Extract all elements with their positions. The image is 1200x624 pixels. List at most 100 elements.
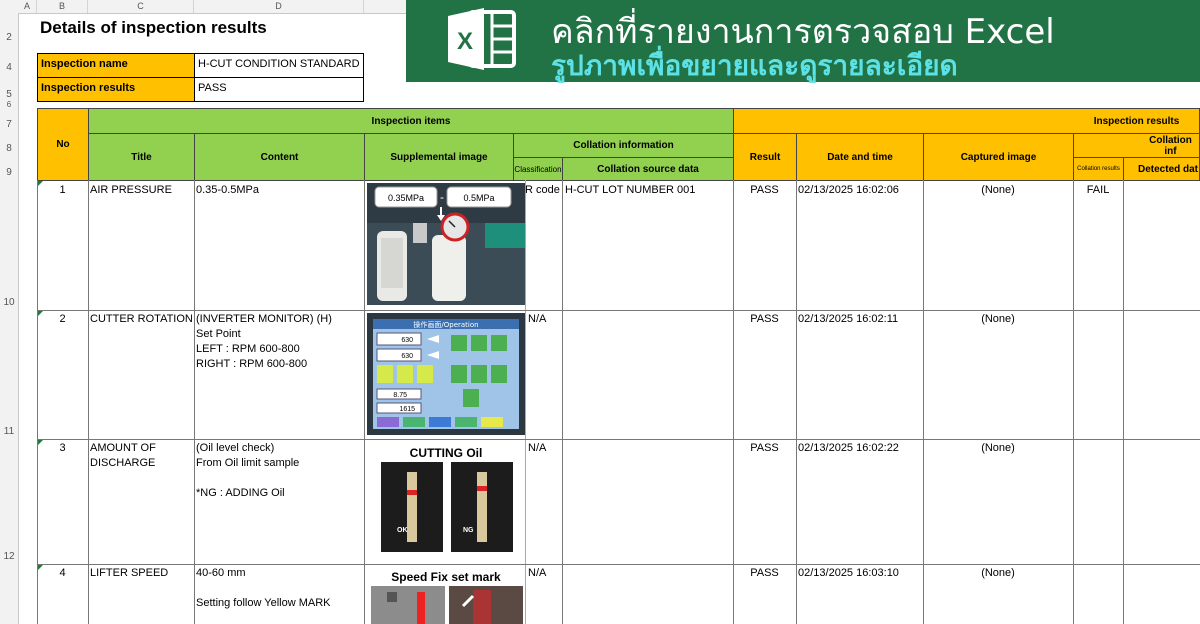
row-4-content-line[interactable]: Setting follow Yellow MARK bbox=[196, 596, 331, 611]
row-1-result[interactable]: PASS bbox=[733, 183, 796, 198]
row-3-captured-image[interactable]: (None) bbox=[923, 441, 1073, 456]
banner-line-2: รูปภาพเพื่อขยายและดูรายละเอียด bbox=[551, 49, 958, 82]
row-3-result[interactable]: PASS bbox=[733, 441, 796, 456]
row-header-2[interactable]: 2 bbox=[0, 32, 18, 43]
row-1-content-line[interactable]: 0.35-0.5MPa bbox=[196, 183, 259, 198]
header-inspection-results-text: Inspection results bbox=[1093, 115, 1180, 127]
row-3-content-line[interactable]: (Oil level check) bbox=[196, 441, 274, 456]
grid-line bbox=[37, 310, 1200, 311]
excel-icon-letter: X bbox=[457, 28, 473, 55]
header-collation-results: Collation results bbox=[1073, 157, 1124, 181]
row-3-content-line[interactable]: From Oil limit sample bbox=[196, 456, 299, 471]
row-1-title[interactable]: AIR PRESSURE bbox=[90, 183, 172, 198]
inspection-results-label: Inspection results bbox=[37, 77, 195, 102]
header-inspection-items: Inspection items bbox=[88, 108, 734, 134]
grid-line bbox=[1073, 180, 1074, 624]
grid-line bbox=[88, 180, 89, 624]
row-1-collation-source[interactable]: H-CUT LOT NUMBER 001 bbox=[565, 183, 695, 198]
inspection-name-value[interactable]: H-CUT CONDITION STANDARD bbox=[194, 53, 364, 78]
grid-line bbox=[37, 564, 1200, 565]
row-3-classification[interactable]: N/A bbox=[528, 441, 546, 456]
row-2-content-line[interactable]: RIGHT : RPM 600-800 bbox=[196, 357, 307, 372]
inspection-results-value[interactable]: PASS bbox=[194, 77, 364, 102]
screen-value-3: 8.75 bbox=[393, 392, 407, 399]
row-1-collation-result[interactable]: FAIL bbox=[1073, 183, 1123, 198]
row-2-classification[interactable]: N/A bbox=[528, 312, 546, 327]
grid-line bbox=[1123, 180, 1124, 624]
rpm-right-value: 630 bbox=[401, 353, 413, 360]
grid-line bbox=[37, 180, 38, 624]
column-header-a[interactable]: A bbox=[18, 0, 37, 13]
column-header-d[interactable]: D bbox=[194, 0, 364, 13]
header-captured-image: Captured image bbox=[923, 133, 1074, 181]
grid-line bbox=[923, 180, 924, 624]
header-collation-information: Collation information bbox=[513, 133, 734, 158]
row-1-no[interactable]: 1 bbox=[37, 183, 88, 198]
row-header-9[interactable]: 9 bbox=[0, 167, 18, 178]
row-4-content-line[interactable]: 40-60 mm bbox=[196, 566, 246, 581]
operation-screen-header: 操作画面/Operation bbox=[413, 320, 478, 329]
row-1-datetime[interactable]: 02/13/2025 16:02:06 bbox=[798, 183, 899, 198]
column-header-c[interactable]: C bbox=[88, 0, 194, 13]
row-1-classification[interactable]: R code bbox=[525, 183, 560, 198]
header-classification: Classification bbox=[513, 157, 563, 181]
row-4-result[interactable]: PASS bbox=[733, 566, 796, 581]
grid-line bbox=[733, 180, 734, 624]
grid-line bbox=[796, 180, 797, 624]
row-2-content-line[interactable]: Set Point bbox=[196, 327, 241, 342]
row-header-6[interactable]: 6 bbox=[0, 100, 18, 109]
header-collation-source-data: Collation source data bbox=[562, 157, 734, 181]
header-title: Title bbox=[88, 133, 195, 181]
row-3-no[interactable]: 3 bbox=[37, 441, 88, 456]
row-3-datetime[interactable]: 02/13/2025 16:02:22 bbox=[798, 441, 899, 456]
grid-line bbox=[364, 180, 365, 624]
air-pressure-label-a: 0.35MPa bbox=[388, 193, 424, 203]
row-2-datetime[interactable]: 02/13/2025 16:02:11 bbox=[798, 312, 898, 327]
row-header-10[interactable]: 10 bbox=[0, 297, 18, 308]
oil-ng-label: NG bbox=[463, 527, 474, 534]
row-4-datetime[interactable]: 02/13/2025 16:03:10 bbox=[798, 566, 899, 581]
row-1-supplemental-image[interactable]: 0.35MPa 0.5MPa - bbox=[367, 183, 525, 305]
row-2-content-line[interactable]: LEFT : RPM 600-800 bbox=[196, 342, 300, 357]
row-2-supplemental-image[interactable]: 操作画面/Operation 630 630 8.75 1615 bbox=[367, 313, 525, 435]
header-no: No bbox=[37, 108, 89, 181]
row-3-supplemental-image[interactable]: CUTTING Oil OK NG bbox=[367, 442, 525, 560]
air-pressure-separator: - bbox=[440, 190, 444, 204]
header-date-and-time: Date and time bbox=[796, 133, 924, 181]
header-content: Content bbox=[194, 133, 365, 181]
page-title: Details of inspection results bbox=[40, 18, 267, 37]
row-2-no[interactable]: 2 bbox=[37, 312, 88, 327]
row-4-captured-image[interactable]: (None) bbox=[923, 566, 1073, 581]
row-1-captured-image[interactable]: (None) bbox=[923, 183, 1073, 198]
row-4-classification[interactable]: N/A bbox=[528, 566, 546, 581]
row-2-result[interactable]: PASS bbox=[733, 312, 796, 327]
row-3-title[interactable]: AMOUNT OF bbox=[90, 441, 156, 456]
row-header-8[interactable]: 8 bbox=[0, 143, 18, 154]
row-header-bar: 2 4 5 6 7 8 9 10 11 12 bbox=[0, 13, 19, 624]
inspection-name-label: Inspection name bbox=[37, 53, 195, 78]
row-2-captured-image[interactable]: (None) bbox=[923, 312, 1073, 327]
row-header-4[interactable]: 4 bbox=[0, 62, 18, 73]
row-header-7[interactable]: 7 bbox=[0, 119, 18, 130]
column-header-b[interactable]: B bbox=[37, 0, 88, 13]
row-4-title[interactable]: LIFTER SPEED bbox=[90, 566, 168, 581]
grid-line bbox=[525, 180, 526, 624]
header-inspection-results: Inspection results bbox=[733, 108, 1200, 134]
row-header-5[interactable]: 5 bbox=[0, 89, 18, 100]
row-header-12[interactable]: 12 bbox=[0, 551, 18, 562]
row-header-11[interactable]: 11 bbox=[0, 426, 18, 437]
header-result: Result bbox=[733, 133, 797, 181]
row-3-title-line-2[interactable]: DISCHARGE bbox=[90, 456, 155, 471]
screen-value-4: 1615 bbox=[399, 406, 415, 413]
air-pressure-label-b: 0.5MPa bbox=[463, 193, 494, 203]
row-3-content-line[interactable]: *NG : ADDING Oil bbox=[196, 486, 285, 501]
row-4-no[interactable]: 4 bbox=[37, 566, 88, 581]
row-4-supplemental-image[interactable]: Speed Fix set mark bbox=[367, 566, 525, 624]
row-2-title[interactable]: CUTTER ROTATION bbox=[90, 312, 193, 327]
row-2-content-line[interactable]: (INVERTER MONITOR) (H) bbox=[196, 312, 332, 327]
header-collation-info-short: Collation inf bbox=[1073, 133, 1200, 158]
oil-ok-label: OK bbox=[397, 527, 408, 534]
grid-line bbox=[194, 180, 195, 624]
grid-line bbox=[562, 180, 563, 624]
excel-icon: X bbox=[444, 6, 518, 72]
